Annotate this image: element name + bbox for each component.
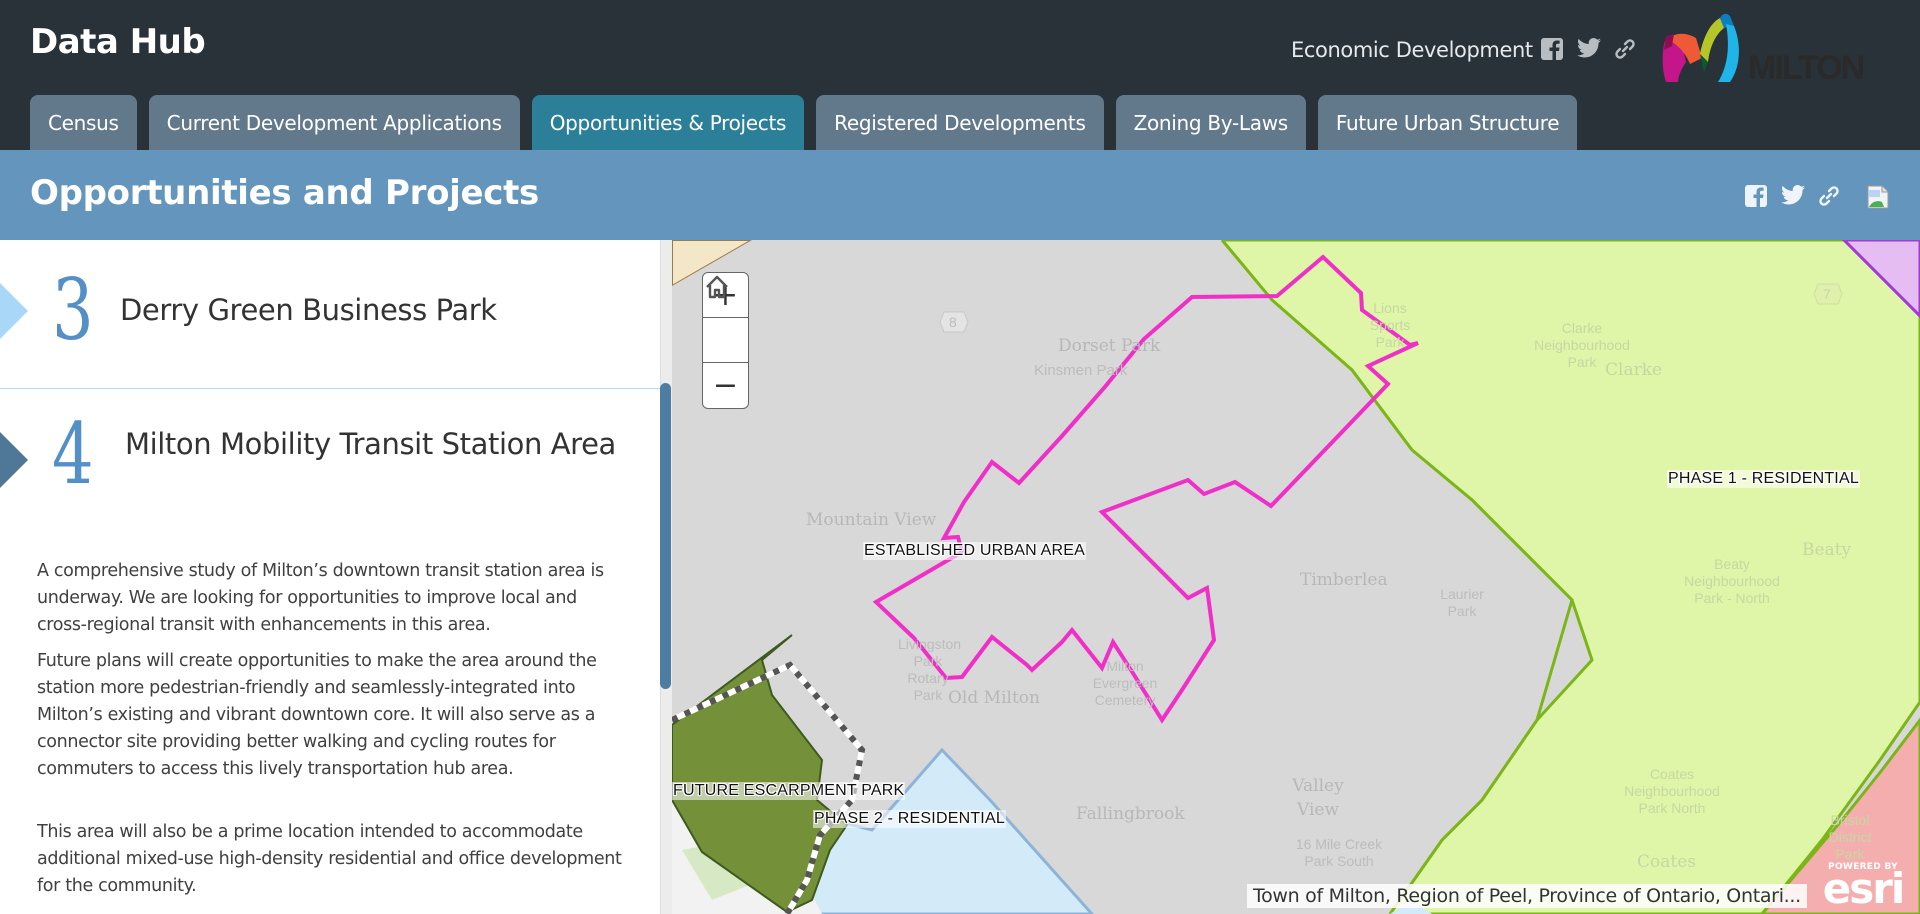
broken-image-icon[interactable] bbox=[1866, 185, 1890, 209]
body-paragraph: A comprehensive study of Milton’s downto… bbox=[37, 561, 604, 635]
item-title: Milton Mobility Transit Station Area bbox=[125, 427, 616, 461]
place-label: Coates Neighbourhood Park North bbox=[1624, 766, 1720, 816]
place-label: Valley View bbox=[1292, 776, 1344, 820]
story-scrollbar-thumb[interactable] bbox=[660, 383, 671, 689]
item-marker-active-icon bbox=[0, 432, 28, 488]
share-twitter-icon[interactable] bbox=[1781, 185, 1805, 209]
place-label: Fallingbrook bbox=[1076, 804, 1185, 824]
place-label: Old Milton bbox=[948, 688, 1040, 708]
place-label: Clarke Neighbourhood Park bbox=[1534, 320, 1630, 370]
home-button[interactable] bbox=[703, 275, 748, 363]
place-label: Rotary Park bbox=[907, 670, 949, 703]
top-header: Data Hub Economic Development MILTON Cen… bbox=[0, 0, 1920, 150]
svg-text:MILTON: MILTON bbox=[1748, 49, 1864, 86]
link-icon[interactable] bbox=[1614, 38, 1636, 62]
place-label: Lions Sports Park bbox=[1369, 300, 1411, 350]
phase1-residential-label: PHASE 1 - RESIDENTIAL bbox=[1667, 470, 1860, 488]
share-link-icon[interactable] bbox=[1818, 185, 1840, 209]
body-paragraph: This area will also be a prime location … bbox=[37, 822, 622, 896]
app-title[interactable]: Data Hub bbox=[30, 22, 206, 62]
map-view[interactable]: 8 7 Dorset Park Kinsmen Park Mountain Vi… bbox=[672, 240, 1920, 914]
item-title: Derry Green Business Park bbox=[120, 293, 497, 327]
map-attribution[interactable]: Town of Milton, Region of Peel, Province… bbox=[1247, 884, 1807, 908]
place-label: Livingston Park bbox=[898, 636, 962, 669]
place-label: Timberlea bbox=[1300, 570, 1388, 590]
item-number: 4 bbox=[52, 405, 94, 503]
tab-current-development-applications[interactable]: Current Development Applications bbox=[148, 95, 520, 150]
facebook-icon[interactable] bbox=[1541, 38, 1563, 62]
place-label: 16 Mile Creek Park South bbox=[1295, 836, 1383, 869]
place-label: Beaty Neighbourhood Park - North bbox=[1684, 556, 1780, 606]
body-paragraph: Future plans will create opportunities t… bbox=[37, 651, 597, 779]
main-tabs: Census Current Development Applications … bbox=[30, 95, 1578, 150]
tab-future-urban-structure[interactable]: Future Urban Structure bbox=[1317, 95, 1578, 150]
place-label: Mountain View bbox=[806, 510, 937, 530]
place-label: Kinsmen Park bbox=[1034, 362, 1128, 379]
tab-zoning-by-laws[interactable]: Zoning By-Laws bbox=[1115, 95, 1306, 150]
twitter-icon[interactable] bbox=[1577, 38, 1601, 62]
section-header: Opportunities and Projects bbox=[0, 150, 1920, 240]
story-body: A comprehensive study of Milton’s downto… bbox=[37, 558, 627, 909]
tab-census[interactable]: Census bbox=[30, 95, 137, 150]
item-number: 3 bbox=[52, 261, 94, 359]
place-label: Coates bbox=[1637, 852, 1696, 872]
route-7-label: 7 bbox=[1823, 286, 1831, 302]
place-label: Dorset Park bbox=[1058, 336, 1161, 356]
share-facebook-icon[interactable] bbox=[1745, 185, 1767, 209]
tab-opportunities-projects[interactable]: Opportunities & Projects bbox=[531, 95, 805, 150]
esri-name: esri bbox=[1822, 864, 1906, 913]
place-label: Laurier Park bbox=[1440, 586, 1484, 619]
place-label: Beaty bbox=[1802, 540, 1852, 560]
place-label: Milton Evergreen Cemetery bbox=[1092, 658, 1158, 708]
phase2-residential-label: PHASE 2 - RESIDENTIAL bbox=[813, 810, 1006, 828]
section-title: Opportunities and Projects bbox=[30, 173, 539, 213]
place-label: Bristol District Park bbox=[1828, 812, 1872, 862]
map-zoom-controls: + − bbox=[702, 272, 749, 409]
milton-logo[interactable]: MILTON bbox=[1660, 6, 1890, 87]
story-item-3[interactable]: 3 Derry Green Business Park bbox=[0, 240, 662, 389]
tab-registered-developments[interactable]: Registered Developments bbox=[816, 95, 1104, 150]
established-urban-area-label: ESTABLISHED URBAN AREA bbox=[863, 542, 1087, 560]
story-panel: 3 Derry Green Business Park 4 Milton Mob… bbox=[0, 240, 662, 914]
future-escarpment-park-label: FUTURE ESCARPMENT PARK bbox=[672, 782, 906, 800]
esri-logo[interactable]: POWERED BY esri bbox=[1820, 862, 1906, 913]
economic-development-link[interactable]: Economic Development bbox=[1291, 38, 1533, 62]
item-marker-icon bbox=[0, 283, 28, 339]
zoom-out-button[interactable]: − bbox=[703, 363, 748, 408]
route-8-label: 8 bbox=[949, 314, 957, 330]
